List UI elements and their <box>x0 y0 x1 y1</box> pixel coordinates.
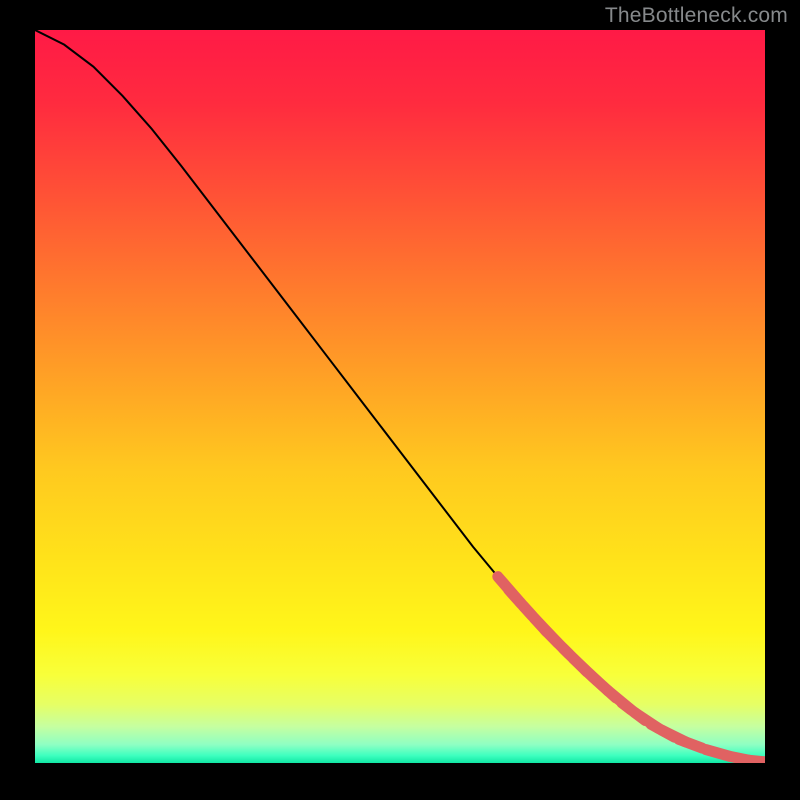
gradient-background <box>35 30 765 763</box>
chart-stage: TheBottleneck.com <box>0 0 800 800</box>
plot-area <box>35 30 765 763</box>
data-marker <box>746 760 765 762</box>
chart-svg <box>35 30 765 763</box>
watermark-text: TheBottleneck.com <box>605 4 788 28</box>
